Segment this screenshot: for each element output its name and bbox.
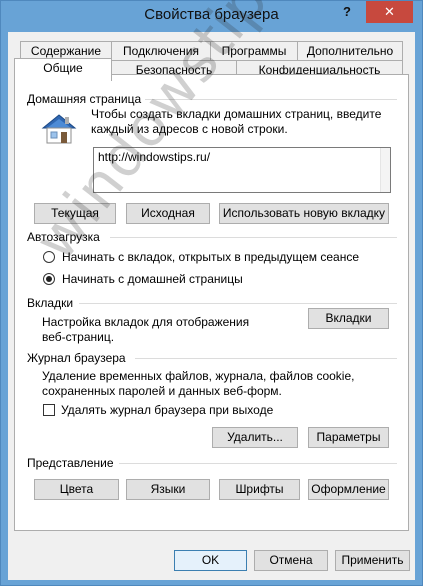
tab-advanced[interactable]: Дополнительно (297, 41, 403, 61)
startup-homepage-radio[interactable] (43, 273, 55, 285)
use-new-tab-button[interactable]: Использовать новую вкладку (219, 203, 389, 224)
history-settings-button[interactable]: Параметры (308, 427, 389, 448)
general-tab-panel: Домашняя страница Чтобы создать вкладки … (14, 74, 409, 531)
tabs-description-line1: Настройка вкладок для отображения (42, 315, 250, 329)
design-button[interactable]: Оформление (308, 479, 389, 500)
ok-button[interactable]: OK (174, 550, 247, 571)
delete-history-button[interactable]: Удалить... (212, 427, 298, 448)
default-page-button[interactable]: Исходная (126, 203, 210, 224)
tab-programs[interactable]: Программы (210, 41, 298, 61)
homepage-url-value: http://windowstips.ru/ (98, 150, 211, 164)
dialog-client-area: Содержание Подключения Программы Дополни… (8, 32, 415, 580)
tab-general[interactable]: Общие (14, 58, 112, 81)
homepage-description-line1: Чтобы создать вкладки домашних страниц, … (91, 107, 382, 121)
homepage-group-divider (145, 99, 397, 100)
colors-button[interactable]: Цвета (34, 479, 119, 500)
startup-previous-session-radio[interactable] (43, 251, 55, 263)
appearance-group-title: Представление (27, 456, 114, 470)
homepage-url-input[interactable]: http://windowstips.ru/ (93, 147, 391, 193)
history-group-title: Журнал браузера (27, 351, 126, 365)
history-description-line2: сохраненных паролей и данных веб-форм. (42, 384, 282, 398)
startup-group-title: Автозагрузка (27, 230, 100, 244)
languages-button[interactable]: Языки (126, 479, 210, 500)
appearance-group-divider (119, 463, 397, 464)
apply-button[interactable]: Применить (335, 550, 410, 571)
delete-history-on-exit-checkbox[interactable] (43, 404, 55, 416)
help-button[interactable]: ? (333, 1, 361, 23)
tab-connections[interactable]: Подключения (111, 41, 211, 61)
cancel-button[interactable]: Отмена (254, 550, 328, 571)
close-button[interactable]: ✕ (366, 1, 413, 23)
tabs-description-line2: веб-страниц. (42, 330, 115, 344)
delete-history-on-exit-label[interactable]: Удалять журнал браузера при выходе (61, 403, 273, 417)
history-description-line1: Удаление временных файлов, журнала, файл… (42, 369, 355, 383)
house-icon (37, 111, 77, 147)
startup-previous-session-label[interactable]: Начинать с вкладок, открытых в предыдуще… (62, 250, 359, 264)
tabs-group-divider (79, 303, 397, 304)
homepage-url-scrollbar[interactable] (380, 148, 390, 192)
startup-group-divider (110, 237, 397, 238)
history-group-divider (135, 358, 397, 359)
homepage-description-line2: каждый из адресов с новой строки. (91, 122, 288, 136)
browser-properties-window: Свойства браузера ? ✕ Содержание Подключ… (0, 0, 423, 586)
homepage-group-title: Домашняя страница (27, 92, 142, 106)
startup-homepage-label[interactable]: Начинать с домашней страницы (62, 272, 243, 286)
tabs-settings-button[interactable]: Вкладки (308, 308, 389, 329)
current-page-button[interactable]: Текущая (34, 203, 116, 224)
fonts-button[interactable]: Шрифты (219, 479, 300, 500)
tabs-group-title: Вкладки (27, 296, 74, 310)
title-bar[interactable]: Свойства браузера ? ✕ (1, 1, 422, 33)
